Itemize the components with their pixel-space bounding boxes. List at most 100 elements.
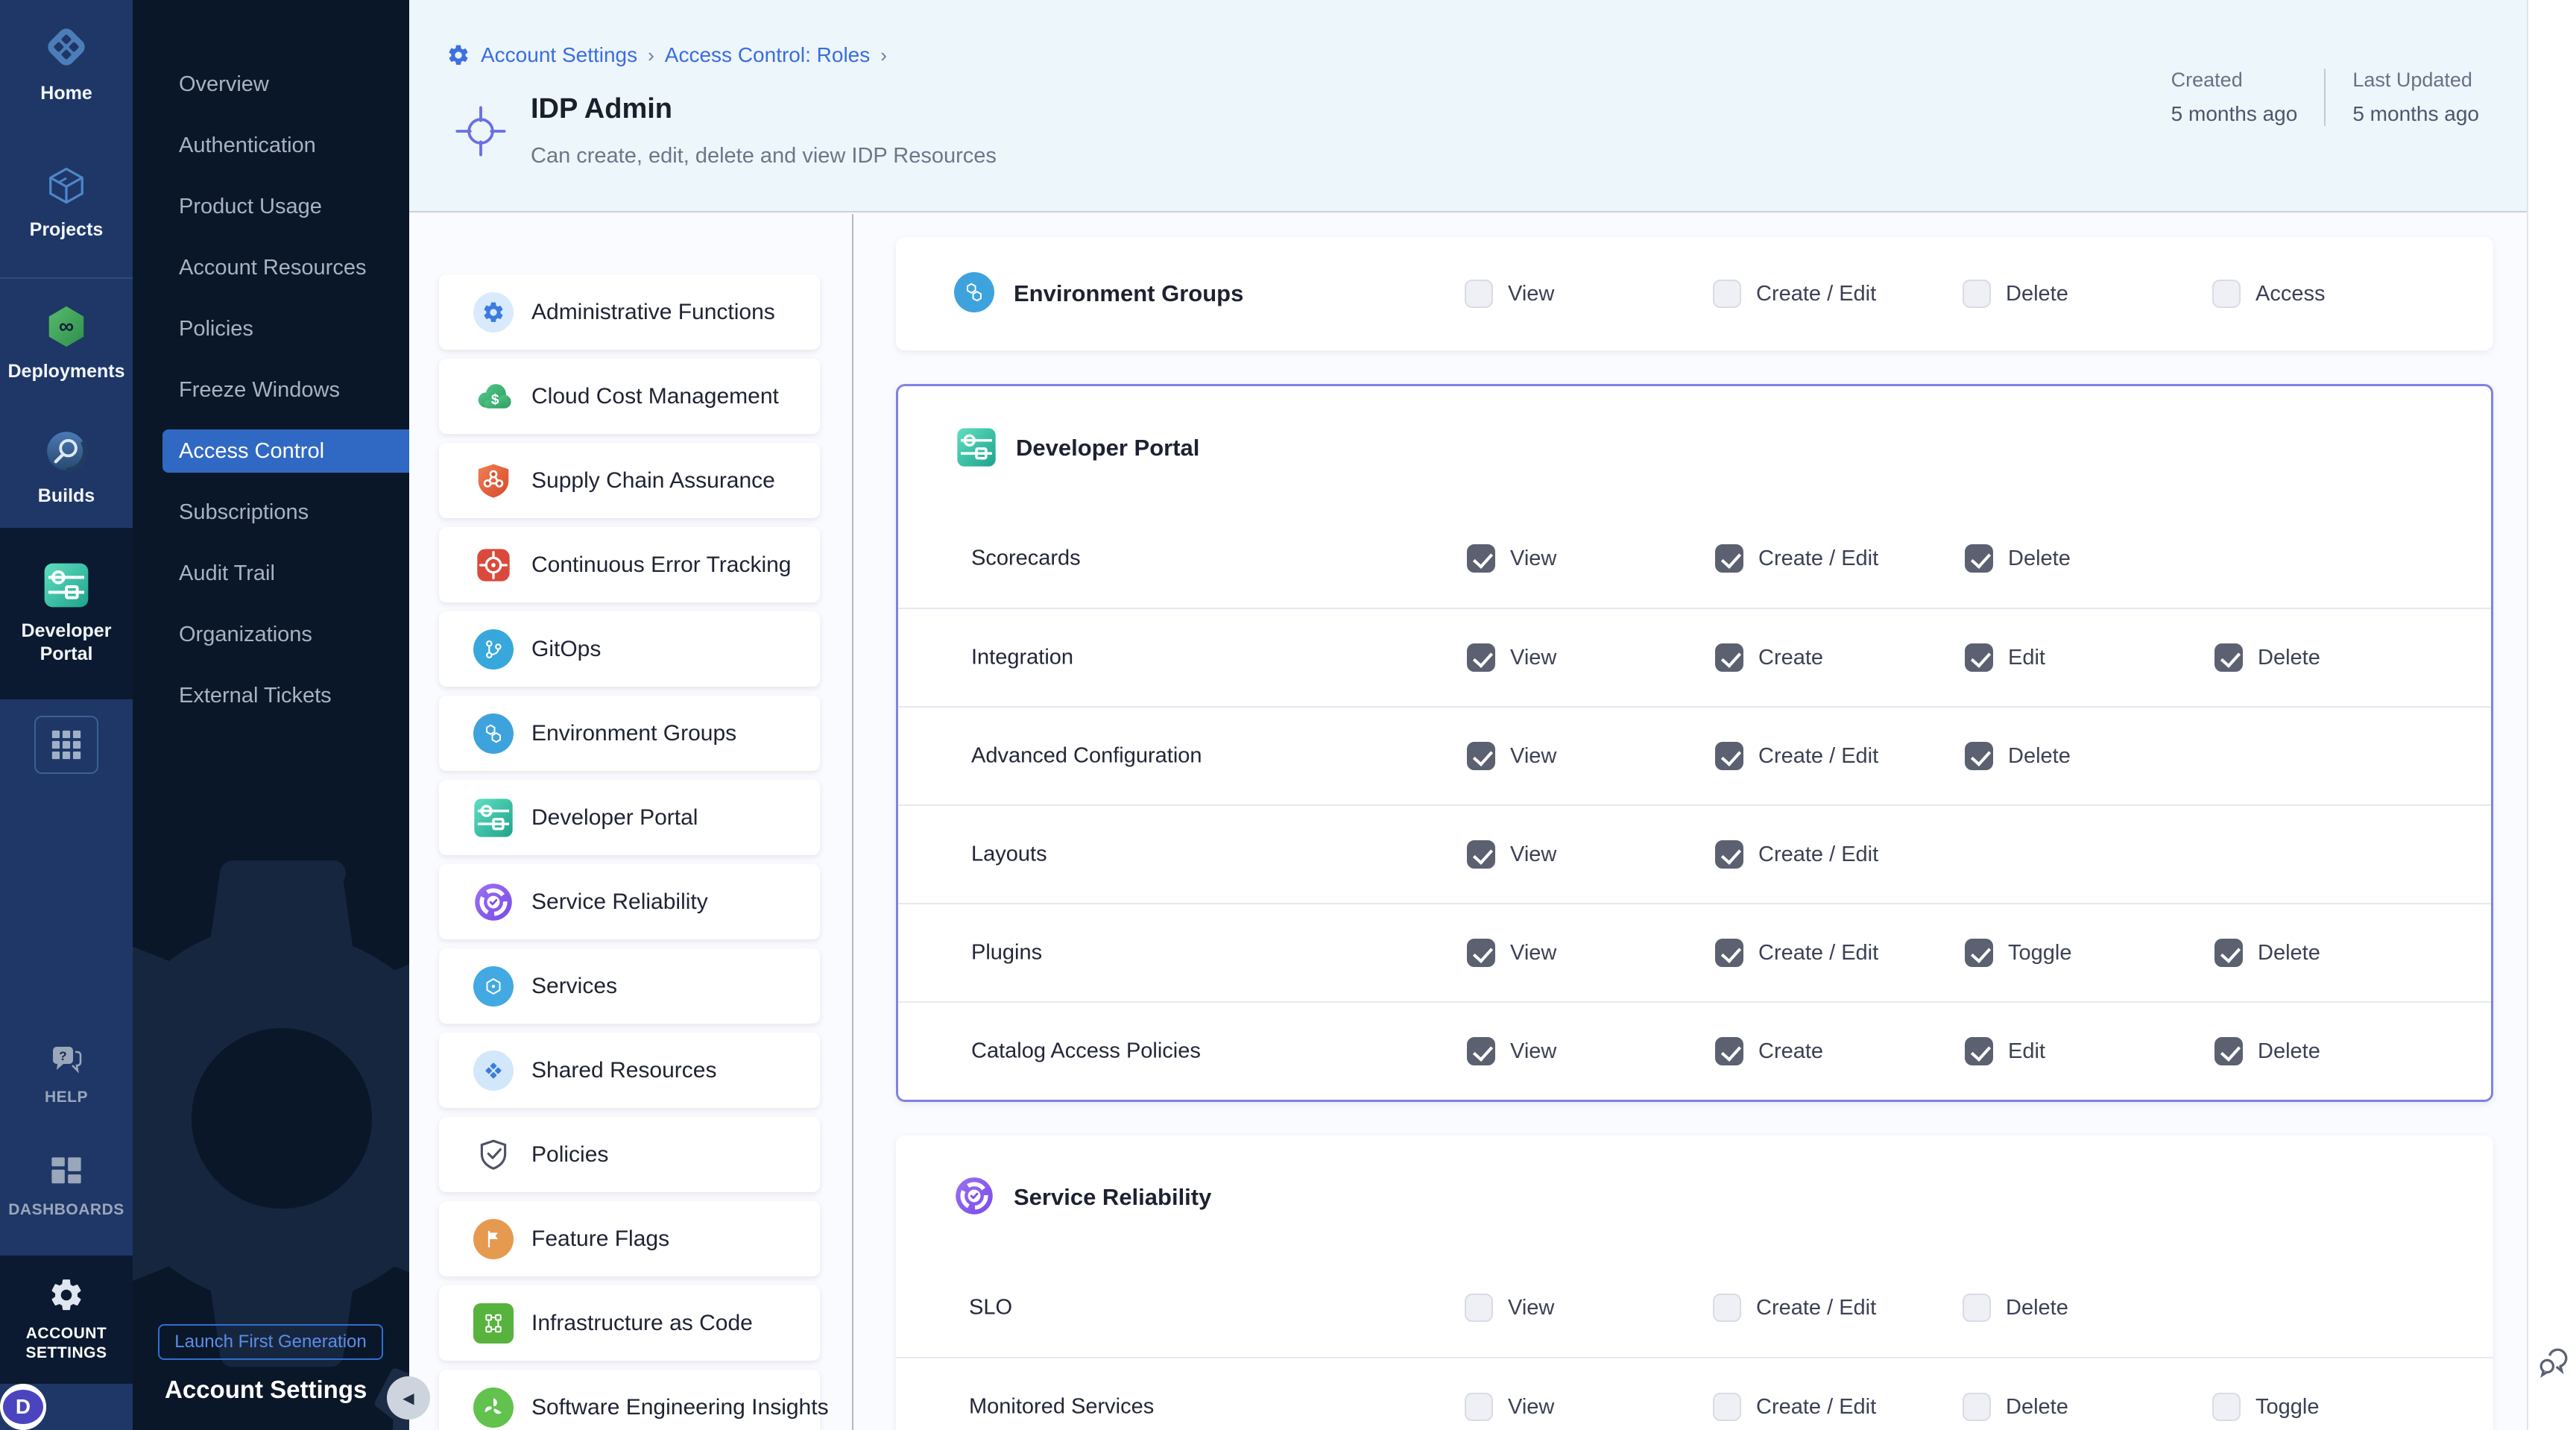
checkbox-delete[interactable] bbox=[2214, 1037, 2243, 1065]
sidebar-item-audit-trail[interactable]: Audit Trail bbox=[133, 552, 409, 595]
checkbox-access[interactable] bbox=[2212, 280, 2241, 308]
permission-delete: Delete bbox=[1965, 742, 2071, 770]
permission-delete: Delete bbox=[1963, 280, 2068, 308]
category-item-service-reliability[interactable]: Service Reliability bbox=[439, 864, 820, 939]
sidebar-item-access-control[interactable]: Access Control bbox=[162, 429, 409, 473]
rail-item-label: HELP bbox=[45, 1088, 88, 1107]
checkbox-view[interactable] bbox=[1467, 840, 1495, 869]
category-item-gitops[interactable]: GitOps bbox=[439, 611, 820, 687]
permission-row-layouts: LayoutsViewCreate / Edit bbox=[898, 804, 2491, 903]
module-grid-button[interactable] bbox=[34, 716, 98, 774]
checkbox-view[interactable] bbox=[1467, 742, 1495, 770]
rail-item-user[interactable]: D bbox=[0, 1384, 46, 1430]
checkbox-delete[interactable] bbox=[1963, 1393, 1991, 1421]
category-item-infrastructure-as-code[interactable]: Infrastructure as Code bbox=[439, 1285, 820, 1361]
main-area: Account Settings›Access Control: Roles› … bbox=[409, 0, 2576, 1430]
category-item-policies[interactable]: Policies bbox=[439, 1117, 820, 1192]
rail-item-builds[interactable]: Builds bbox=[0, 409, 133, 528]
rail-item-projects[interactable]: Projects bbox=[0, 128, 133, 277]
section-title: Environment Groups bbox=[1014, 280, 1243, 307]
section-card-environment-groups: Environment GroupsViewCreate / EditDelet… bbox=[896, 237, 2493, 350]
permission-label: Create / Edit bbox=[1758, 941, 1878, 966]
checkbox-toggle[interactable] bbox=[1965, 939, 1993, 967]
rail-item-label: Home bbox=[40, 82, 92, 105]
section-header: Environment GroupsViewCreate / EditDelet… bbox=[896, 237, 2493, 350]
permission-delete: Delete bbox=[1963, 1294, 2068, 1322]
sidebar-item-freeze-windows[interactable]: Freeze Windows bbox=[133, 368, 409, 412]
category-item-developer-portal[interactable]: Developer Portal bbox=[439, 780, 820, 855]
checkbox-view[interactable] bbox=[1467, 1037, 1495, 1065]
checkbox-toggle[interactable] bbox=[2212, 1393, 2241, 1421]
checkbox-view[interactable] bbox=[1465, 1294, 1493, 1322]
permission-create: Create bbox=[1715, 1037, 1823, 1065]
envgroups-icon bbox=[953, 272, 996, 312]
checkbox-delete[interactable] bbox=[1965, 544, 1993, 573]
page-description: Can create, edit, delete and view IDP Re… bbox=[531, 144, 997, 168]
rail-item-account-settings[interactable]: ACCOUNTSETTINGS bbox=[0, 1256, 133, 1384]
checkbox-view[interactable] bbox=[1467, 939, 1495, 967]
checkbox-create[interactable] bbox=[1715, 1037, 1743, 1065]
category-item-shared-resources[interactable]: Shared Resources bbox=[439, 1033, 820, 1108]
sidebar-item-product-usage[interactable]: Product Usage bbox=[133, 185, 409, 228]
checkbox-create-edit[interactable] bbox=[1715, 544, 1743, 573]
rail-item-deployments[interactable]: ∞Deployments bbox=[0, 279, 133, 409]
permission-label: Delete bbox=[2006, 1296, 2068, 1320]
sei-icon bbox=[473, 1388, 514, 1428]
resource-label: Layouts bbox=[971, 842, 1047, 867]
checkbox-view[interactable] bbox=[1467, 544, 1495, 573]
checkbox-create-edit[interactable] bbox=[1715, 742, 1743, 770]
sidebar-item-overview[interactable]: Overview bbox=[133, 63, 409, 106]
rail-item-developer-portal[interactable]: DeveloperPortal bbox=[0, 528, 133, 699]
permission-create-edit: Create / Edit bbox=[1715, 544, 1878, 573]
sidebar-item-external-tickets[interactable]: External Tickets bbox=[133, 674, 409, 717]
breadcrumb-link[interactable]: Account Settings bbox=[481, 43, 637, 67]
checkbox-delete[interactable] bbox=[1963, 280, 1991, 308]
rail-item-module-grid[interactable] bbox=[0, 699, 133, 790]
category-item-feature-flags[interactable]: Feature Flags bbox=[439, 1201, 820, 1276]
sidebar-collapse-button[interactable]: ◀ bbox=[387, 1376, 430, 1420]
checkbox-create-edit[interactable] bbox=[1713, 280, 1741, 308]
resource-label: Monitored Services bbox=[969, 1395, 1154, 1420]
category-label: Environment Groups bbox=[531, 721, 736, 746]
rail-item-home[interactable]: Home bbox=[0, 0, 133, 128]
checkbox-delete[interactable] bbox=[2214, 643, 2243, 672]
category-item-administrative-functions[interactable]: Administrative Functions bbox=[439, 274, 820, 350]
checkbox-create[interactable] bbox=[1715, 643, 1743, 672]
policies-icon bbox=[475, 1136, 512, 1174]
checkbox-view[interactable] bbox=[1465, 280, 1493, 308]
sidebar-item-account-resources[interactable]: Account Resources bbox=[133, 246, 409, 289]
checkbox-delete[interactable] bbox=[1965, 742, 1993, 770]
launch-first-generation-button[interactable]: Launch First Generation bbox=[158, 1324, 383, 1360]
category-item-supply-chain-assurance[interactable]: Supply Chain Assurance bbox=[439, 443, 820, 518]
builds-icon bbox=[43, 428, 89, 474]
category-item-cloud-cost-management[interactable]: $Cloud Cost Management bbox=[439, 359, 820, 434]
rail-item-help[interactable]: ?HELP bbox=[0, 1030, 133, 1118]
category-item-services[interactable]: Services bbox=[439, 948, 820, 1024]
sidebar-item-policies[interactable]: Policies bbox=[133, 307, 409, 350]
checkbox-delete[interactable] bbox=[1963, 1294, 1991, 1322]
sidebar-item-organizations[interactable]: Organizations bbox=[133, 613, 409, 656]
checkbox-view[interactable] bbox=[1467, 643, 1495, 672]
user-avatar[interactable]: D bbox=[0, 1387, 46, 1427]
permission-toggle: Toggle bbox=[1965, 939, 2071, 967]
breadcrumb-link[interactable]: Access Control: Roles bbox=[665, 43, 870, 67]
permission-label: Delete bbox=[2008, 547, 2071, 571]
resource-category-list: Administrative Functions $Cloud Cost Mana… bbox=[439, 274, 820, 1430]
checkbox-create-edit[interactable] bbox=[1713, 1393, 1741, 1421]
rail-item-dashboards[interactable]: DASHBOARDS bbox=[0, 1118, 133, 1256]
checkbox-edit[interactable] bbox=[1965, 1037, 1993, 1065]
checkbox-edit[interactable] bbox=[1965, 643, 1993, 672]
category-item-continuous-error-tracking[interactable]: Continuous Error Tracking bbox=[439, 527, 820, 602]
chat-help-icon[interactable] bbox=[2534, 1342, 2573, 1381]
permission-label: Toggle bbox=[2255, 1395, 2319, 1420]
checkbox-create-edit[interactable] bbox=[1715, 840, 1743, 869]
rail-item-label: Projects bbox=[30, 218, 104, 242]
sidebar-item-subscriptions[interactable]: Subscriptions bbox=[133, 491, 409, 534]
checkbox-view[interactable] bbox=[1465, 1393, 1493, 1421]
checkbox-delete[interactable] bbox=[2214, 939, 2243, 967]
checkbox-create-edit[interactable] bbox=[1715, 939, 1743, 967]
category-item-software-engineering-insights[interactable]: Software Engineering Insights bbox=[439, 1370, 820, 1430]
sidebar-item-authentication[interactable]: Authentication bbox=[133, 124, 409, 167]
category-item-environment-groups[interactable]: Environment Groups bbox=[439, 696, 820, 771]
checkbox-create-edit[interactable] bbox=[1713, 1294, 1741, 1322]
